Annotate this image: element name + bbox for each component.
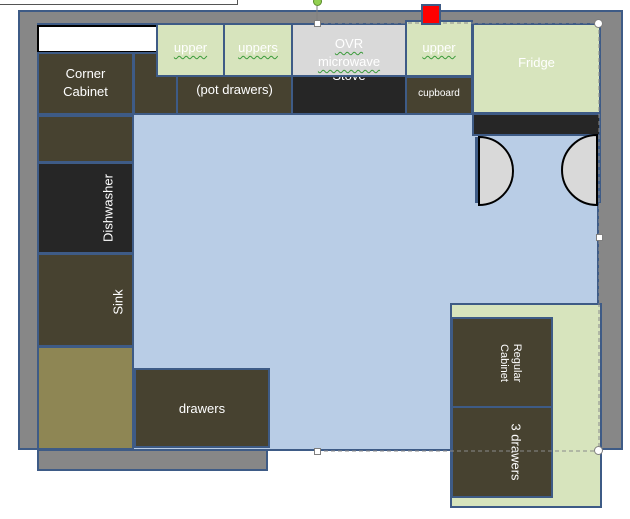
- resize-handle-right[interactable]: [596, 234, 603, 241]
- selected-marker-square[interactable]: [421, 4, 441, 25]
- resize-handle-bottom-right[interactable]: [594, 446, 603, 455]
- resize-handle-top[interactable]: [314, 20, 321, 27]
- resize-handle-top-right[interactable]: [594, 19, 603, 28]
- selection-outline: [316, 6, 600, 452]
- resize-handle-bottom[interactable]: [314, 448, 321, 455]
